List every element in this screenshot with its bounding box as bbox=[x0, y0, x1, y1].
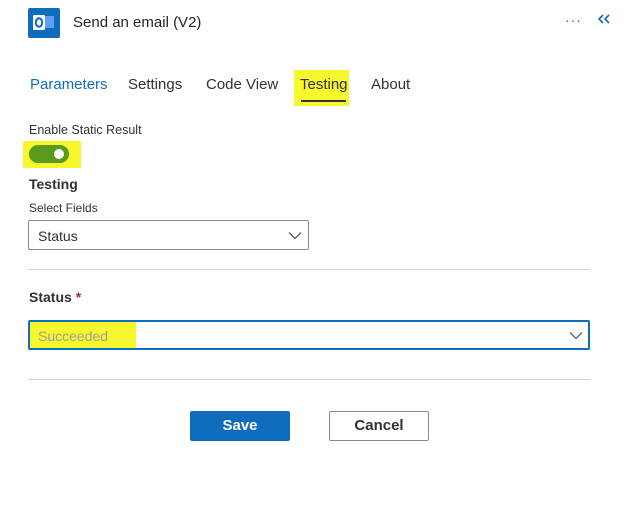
double-chevron-left-icon bbox=[597, 14, 610, 24]
static-result-toggle[interactable] bbox=[29, 145, 69, 163]
select-fields-value: Status bbox=[38, 228, 78, 244]
divider-bottom bbox=[28, 379, 590, 380]
tab-bar: Parameters Settings Code View Testing Ab… bbox=[0, 70, 624, 110]
chevron-down-icon bbox=[569, 332, 583, 340]
status-label-text: Status bbox=[29, 289, 72, 305]
toggle-knob bbox=[54, 149, 64, 159]
status-value: Succeeded bbox=[38, 328, 109, 344]
more-options-button[interactable]: ··· bbox=[565, 12, 583, 32]
status-label: Status * bbox=[29, 289, 81, 305]
testing-section-title: Testing bbox=[29, 176, 78, 192]
action-title: Send an email (V2) bbox=[73, 14, 202, 31]
save-button[interactable]: Save bbox=[190, 411, 290, 441]
tab-settings[interactable]: Settings bbox=[128, 76, 182, 93]
panel-header: Send an email (V2) ··· bbox=[0, 0, 624, 50]
enable-static-result-label: Enable Static Result bbox=[29, 123, 142, 137]
tab-about[interactable]: About bbox=[371, 76, 410, 93]
tab-testing[interactable]: Testing bbox=[300, 76, 348, 93]
divider-top bbox=[28, 269, 590, 270]
cancel-button[interactable]: Cancel bbox=[329, 411, 429, 441]
tab-parameters[interactable]: Parameters bbox=[30, 76, 108, 93]
active-tab-underline bbox=[301, 100, 346, 102]
outlook-icon bbox=[28, 8, 60, 38]
chevron-down-icon bbox=[288, 232, 302, 240]
collapse-panel-button[interactable] bbox=[597, 12, 617, 32]
select-fields-dropdown[interactable]: Status bbox=[28, 220, 309, 250]
select-fields-label: Select Fields bbox=[29, 201, 98, 215]
required-marker: * bbox=[75, 289, 82, 305]
tab-code-view[interactable]: Code View bbox=[206, 76, 278, 93]
